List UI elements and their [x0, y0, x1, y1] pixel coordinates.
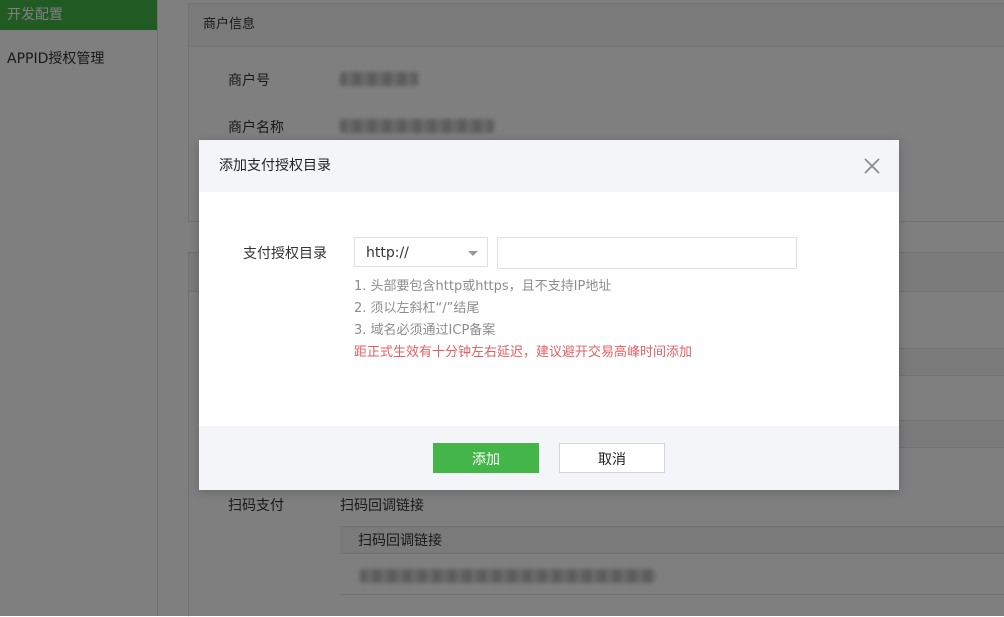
- tip-item: 2. 须以左斜杠“/”结尾: [354, 301, 480, 316]
- close-icon[interactable]: [863, 157, 881, 175]
- pay-auth-dir-label: 支付授权目录: [243, 246, 327, 262]
- auth-dir-url-input[interactable]: [497, 237, 797, 269]
- tips-list: 1. 头部要包含http或https，且不支持IP地址 2. 须以左斜杠“/”结…: [354, 276, 692, 364]
- tip-item: 1. 头部要包含http或https，且不支持IP地址: [354, 279, 612, 294]
- protocol-selected-value: http://: [366, 245, 409, 261]
- dialog-footer: 添加 取消: [199, 426, 899, 490]
- warning-text: 距正式生效有十分钟左右延迟，建议避开交易高峰时间添加: [354, 345, 693, 360]
- tip-item: 3. 域名必须通过ICP备案: [354, 323, 496, 338]
- dialog-header: 添加支付授权目录: [199, 140, 899, 192]
- add-button[interactable]: 添加: [433, 443, 539, 473]
- dialog-body: 支付授权目录 http:// 1. 头部要包含http或https，且不支持IP…: [199, 192, 899, 426]
- add-pay-auth-dir-dialog: 添加支付授权目录 支付授权目录 http:// 1. 头部要包含http或htt…: [199, 140, 899, 490]
- chevron-down-icon: [468, 251, 478, 256]
- dialog-title: 添加支付授权目录: [219, 158, 331, 174]
- protocol-select[interactable]: http://: [354, 237, 488, 267]
- cancel-button[interactable]: 取消: [559, 443, 665, 473]
